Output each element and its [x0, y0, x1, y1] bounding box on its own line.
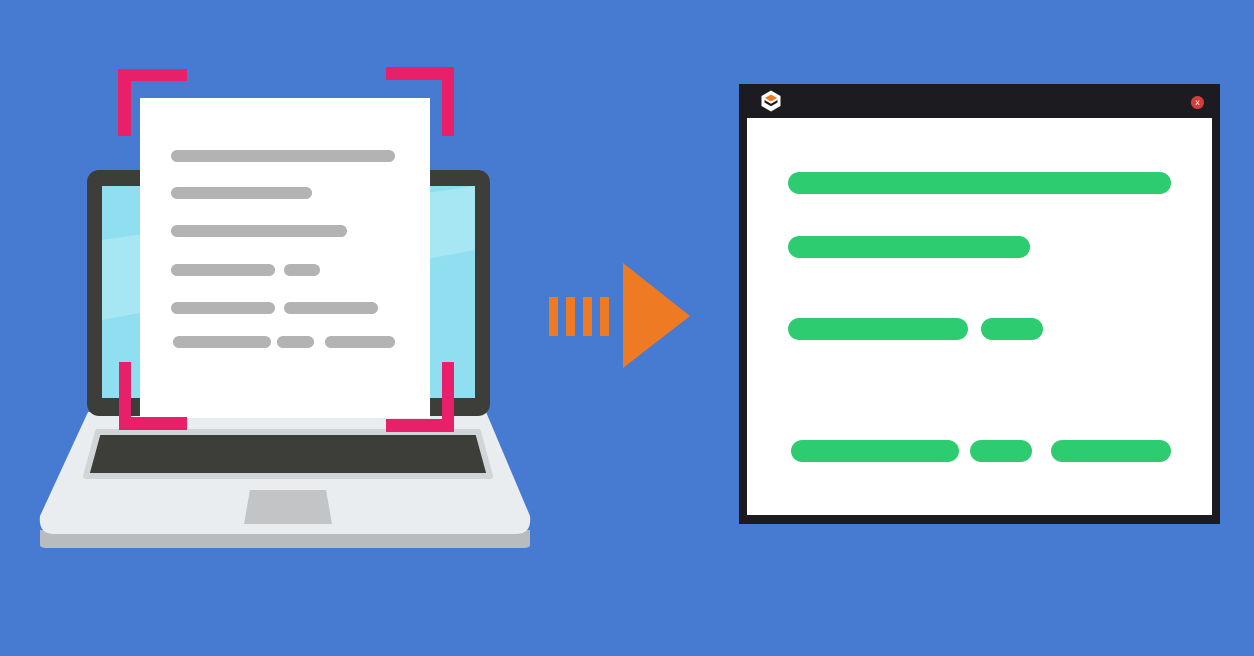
arrow-right-icon [549, 263, 690, 368]
close-icon[interactable]: x [1191, 96, 1204, 109]
laptop-keyboard [83, 429, 493, 479]
window-titlebar: x [739, 84, 1220, 118]
extracted-line [791, 440, 959, 462]
extracted-content [747, 118, 1212, 515]
hexagon-logo-icon [761, 90, 781, 112]
document-page [140, 98, 430, 418]
extracted-line [1051, 440, 1171, 462]
extracted-line [788, 318, 968, 340]
extracted-line [788, 172, 1171, 194]
extracted-line [970, 440, 1032, 462]
output-window: x [739, 84, 1220, 524]
laptop-trackpad [244, 490, 332, 524]
extracted-line [788, 236, 1030, 258]
extracted-line [981, 318, 1043, 340]
